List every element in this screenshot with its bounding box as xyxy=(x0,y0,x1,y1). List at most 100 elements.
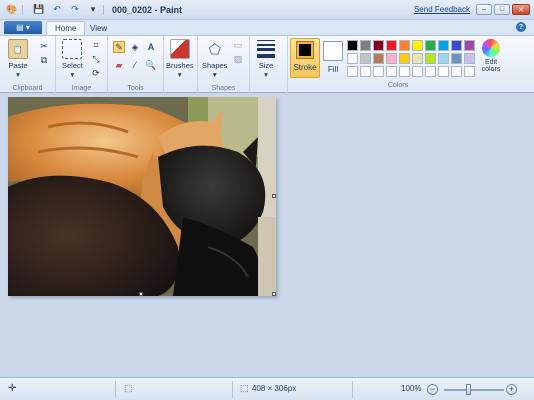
zoom-in-button[interactable]: + xyxy=(506,384,517,395)
resize-handle-right[interactable] xyxy=(272,194,276,198)
palette-swatch[interactable] xyxy=(464,66,475,77)
palette-swatch[interactable] xyxy=(464,53,475,64)
color-wheel-icon xyxy=(482,39,500,57)
image-canvas[interactable] xyxy=(8,97,276,296)
customize-quick-access-icon[interactable]: ▾ xyxy=(87,4,99,16)
shapes-label: Shapes xyxy=(202,61,228,70)
stroke-label: Stroke xyxy=(293,63,317,72)
fill-label: Fill xyxy=(327,65,339,74)
size-button[interactable]: Size ▾ xyxy=(256,39,276,79)
fill-shape-icon[interactable]: ▨ xyxy=(232,53,244,65)
clipboard-group-label: Clipboard xyxy=(12,85,43,92)
cut-icon[interactable]: ✂ xyxy=(38,40,50,52)
palette-swatch[interactable] xyxy=(373,40,384,51)
palette-swatch[interactable] xyxy=(438,66,449,77)
palette-swatch[interactable] xyxy=(386,53,397,64)
pencil-icon[interactable]: ✎ xyxy=(113,41,125,53)
magnifier-icon[interactable]: 🔍 xyxy=(145,59,157,71)
redo-icon[interactable]: ↷ xyxy=(69,4,81,16)
image-group-label: Image xyxy=(71,85,92,92)
palette-swatch[interactable] xyxy=(412,40,423,51)
crop-icon[interactable]: ⌗ xyxy=(90,39,102,51)
stroke-color-button[interactable]: Stroke xyxy=(290,38,320,78)
maximize-button[interactable]: □ xyxy=(494,4,510,15)
palette-swatch[interactable] xyxy=(373,53,384,64)
palette-swatch[interactable] xyxy=(360,66,371,77)
shapes-button[interactable]: ⬠ Shapes ▾ xyxy=(202,39,228,80)
stroke-swatch xyxy=(296,41,314,59)
brushes-button[interactable]: Brushes ▾ xyxy=(166,39,194,79)
chevron-down-icon: ▾ xyxy=(70,70,75,79)
select-rectangle-icon xyxy=(62,39,83,59)
text-icon[interactable]: A xyxy=(145,41,157,53)
palette-swatch[interactable] xyxy=(438,40,449,51)
palette-swatch[interactable] xyxy=(347,53,358,64)
resize-handle-corner[interactable] xyxy=(272,292,276,296)
selection-size-icon: ⬚ xyxy=(124,383,133,393)
zoom-out-button[interactable]: − xyxy=(427,384,438,395)
tab-home[interactable]: Home xyxy=(46,21,86,35)
select-button[interactable]: Select ▾ xyxy=(62,39,83,79)
minimize-button[interactable]: – xyxy=(476,4,492,15)
palette-swatch[interactable] xyxy=(451,66,462,77)
palette-swatch[interactable] xyxy=(399,66,410,77)
palette-swatch[interactable] xyxy=(464,40,475,51)
cursor-position-icon: ✛ xyxy=(8,383,17,394)
palette-swatch[interactable] xyxy=(386,66,397,77)
outline-icon[interactable]: ▭ xyxy=(232,39,244,51)
palette-swatch[interactable] xyxy=(451,40,462,51)
eraser-icon[interactable]: ▰ xyxy=(113,59,125,71)
size-label: Size xyxy=(258,61,274,70)
paste-button[interactable]: 📋 Paste ▾ xyxy=(8,39,28,79)
shapes-icon: ⬠ xyxy=(208,40,221,57)
palette-swatch[interactable] xyxy=(347,66,358,77)
separator xyxy=(115,381,116,398)
palette-swatch[interactable] xyxy=(438,53,449,64)
tools-group: ✎ ◈ A ▰ ⁄ 🔍 Tools xyxy=(108,36,164,94)
separator xyxy=(22,4,23,15)
help-icon[interactable]: ? xyxy=(516,22,526,32)
brush-icon xyxy=(169,39,190,59)
palette-swatch[interactable] xyxy=(425,40,436,51)
undo-icon[interactable]: ↶ xyxy=(51,4,63,16)
fill-swatch xyxy=(323,41,343,61)
palette-swatch[interactable] xyxy=(373,66,384,77)
zoom-slider-thumb[interactable] xyxy=(466,384,471,395)
tab-view[interactable]: View xyxy=(82,21,115,35)
paint-app-icon[interactable]: 🎨 xyxy=(6,4,18,16)
paint-menu-button[interactable]: ▤ ▾ xyxy=(4,21,42,34)
color-picker-icon[interactable]: ⁄ xyxy=(129,59,141,71)
palette-swatch[interactable] xyxy=(451,53,462,64)
close-button[interactable]: ✕ xyxy=(512,4,530,15)
edit-colors-label: Edit colors xyxy=(481,59,501,73)
resize-handle-bottom[interactable] xyxy=(139,292,143,296)
title-bar: 🎨 💾 ↶ ↷ ▾ 000_0202 - Paint Send Feedback… xyxy=(0,0,534,20)
save-icon[interactable]: 💾 xyxy=(33,4,45,16)
edit-colors-button[interactable]: Edit colors xyxy=(478,39,504,73)
palette-swatch[interactable] xyxy=(347,40,358,51)
fill-bucket-icon[interactable]: ◈ xyxy=(129,41,141,53)
image-size-text: 408 × 306px xyxy=(252,384,297,393)
copy-icon[interactable]: ⧉ xyxy=(38,54,50,66)
canvas-area[interactable] xyxy=(0,94,534,377)
palette-swatch[interactable] xyxy=(399,40,410,51)
window-title: 000_0202 - Paint xyxy=(112,4,183,15)
palette-swatch[interactable] xyxy=(425,66,436,77)
shapes-group: ⬠ Shapes ▾ ▭ ▨ Shapes xyxy=(198,36,250,94)
zoom-level: 100% xyxy=(401,384,422,393)
palette-swatch[interactable] xyxy=(399,53,410,64)
palette-swatch[interactable] xyxy=(386,40,397,51)
palette-swatch[interactable] xyxy=(412,53,423,64)
clipboard-icon: 📋 xyxy=(8,39,28,59)
palette-swatch[interactable] xyxy=(412,66,423,77)
fill-color-button[interactable]: Fill xyxy=(322,38,344,78)
rotate-icon[interactable]: ⟳ xyxy=(90,67,102,79)
palette-swatch[interactable] xyxy=(360,40,371,51)
palette-swatch[interactable] xyxy=(360,53,371,64)
send-feedback-link[interactable]: Send Feedback xyxy=(414,5,470,14)
zoom-slider-track[interactable] xyxy=(444,389,504,391)
resize-icon[interactable]: ⤡ xyxy=(90,53,102,65)
palette-swatch[interactable] xyxy=(425,53,436,64)
separator xyxy=(103,4,104,15)
tools-group-label: Tools xyxy=(127,85,144,92)
